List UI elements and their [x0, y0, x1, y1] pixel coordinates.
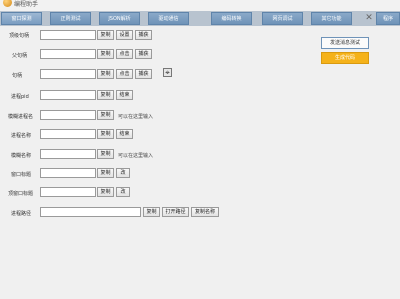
tab-program[interactable]: 程序 — [376, 12, 400, 25]
top-window-title-field[interactable] — [40, 187, 96, 197]
tab-bar: 窗口探测 正则测试 JSON解析 驱动通信 编码转换 网页调试 其它功能 ✕ 程… — [0, 11, 400, 26]
app-title: 编程助手 — [14, 1, 39, 8]
process-name-copy-button[interactable]: 复制 — [97, 129, 114, 139]
fuzzy-process-label: 模糊进程名 — [8, 114, 34, 120]
tab-regex-test[interactable]: 正则测试 — [50, 12, 91, 25]
pid-field[interactable] — [40, 90, 96, 100]
window-probe-panel: 顶级句柄 复制 设置 捕获 父句柄 复制 点击 捕获 句柄 复制 点击 捕获 ⌖… — [0, 26, 400, 299]
pid-copy-button[interactable]: 复制 — [97, 90, 114, 100]
open-path-button[interactable]: 打开路径 — [162, 207, 189, 217]
process-name-end-button[interactable]: 结束 — [116, 129, 133, 139]
app-logo — [3, 0, 12, 7]
process-path-field[interactable] — [40, 207, 141, 217]
window-title-label: 窗口标题 — [11, 172, 32, 178]
parent-handle-capture-button[interactable]: 捕获 — [135, 49, 152, 59]
fuzzy-name-label: 模糊名称 — [11, 153, 32, 159]
top-handle-capture-button[interactable]: 捕获 — [135, 30, 152, 40]
tab-window-probe[interactable]: 窗口探测 — [1, 12, 42, 25]
send-message-test-button[interactable]: 发送消息测试 — [321, 37, 369, 49]
fuzzy-process-copy-button[interactable]: 复制 — [97, 110, 114, 120]
fuzzy-name-copy-button[interactable]: 复制 — [97, 149, 114, 159]
process-name-label: 进程名称 — [11, 133, 32, 139]
window-title-copy-button[interactable]: 复制 — [97, 168, 114, 178]
fuzzy-name-hint: 可以在这里输入 — [118, 153, 154, 159]
top-handle-label: 顶级句柄 — [9, 33, 30, 39]
window-title-field[interactable] — [40, 168, 96, 178]
window-title-change-button[interactable]: 改 — [116, 168, 130, 178]
process-path-label: 进程路径 — [11, 211, 32, 217]
top-handle-set-button[interactable]: 设置 — [116, 30, 133, 40]
top-handle-copy-button[interactable]: 复制 — [97, 30, 114, 40]
process-name-field[interactable] — [40, 129, 96, 139]
crosshair-icon[interactable]: ⌖ — [163, 68, 172, 77]
pid-label: 进程pid — [11, 94, 29, 100]
handle-capture-button[interactable]: 捕获 — [135, 69, 152, 79]
fuzzy-process-hint: 可以在这里输入 — [118, 114, 154, 120]
handle-label: 句柄 — [12, 73, 23, 79]
tab-other[interactable]: 其它功能 — [311, 12, 352, 25]
handle-copy-button[interactable]: 复制 — [97, 69, 114, 79]
tab-encoding[interactable]: 编码转换 — [211, 12, 252, 25]
close-icon[interactable]: ✕ — [364, 12, 374, 25]
top-handle-field[interactable] — [40, 30, 96, 40]
top-window-title-change-button[interactable]: 改 — [116, 187, 130, 197]
handle-click-button[interactable]: 点击 — [116, 69, 133, 79]
top-window-title-label: 顶窗口标题 — [8, 191, 34, 197]
tab-json-parse[interactable]: JSON解析 — [99, 12, 140, 25]
tab-web-debug[interactable]: 网页调试 — [262, 12, 303, 25]
title-bar: 编程助手 — [0, 0, 400, 8]
parent-handle-label: 父句柄 — [12, 53, 28, 59]
generate-code-button[interactable]: 生成代码 — [321, 52, 369, 64]
parent-handle-click-button[interactable]: 点击 — [116, 49, 133, 59]
parent-handle-copy-button[interactable]: 复制 — [97, 49, 114, 59]
fuzzy-name-field[interactable] — [40, 149, 96, 159]
parent-handle-field[interactable] — [40, 49, 96, 59]
pid-end-button[interactable]: 结束 — [116, 90, 133, 100]
tab-driver-comm[interactable]: 驱动通信 — [148, 12, 189, 25]
copy-name-button[interactable]: 复制名称 — [191, 207, 219, 217]
top-window-title-copy-button[interactable]: 复制 — [97, 187, 114, 197]
fuzzy-process-field[interactable] — [40, 110, 96, 120]
process-path-copy-button[interactable]: 复制 — [143, 207, 160, 217]
handle-field[interactable] — [40, 69, 96, 79]
